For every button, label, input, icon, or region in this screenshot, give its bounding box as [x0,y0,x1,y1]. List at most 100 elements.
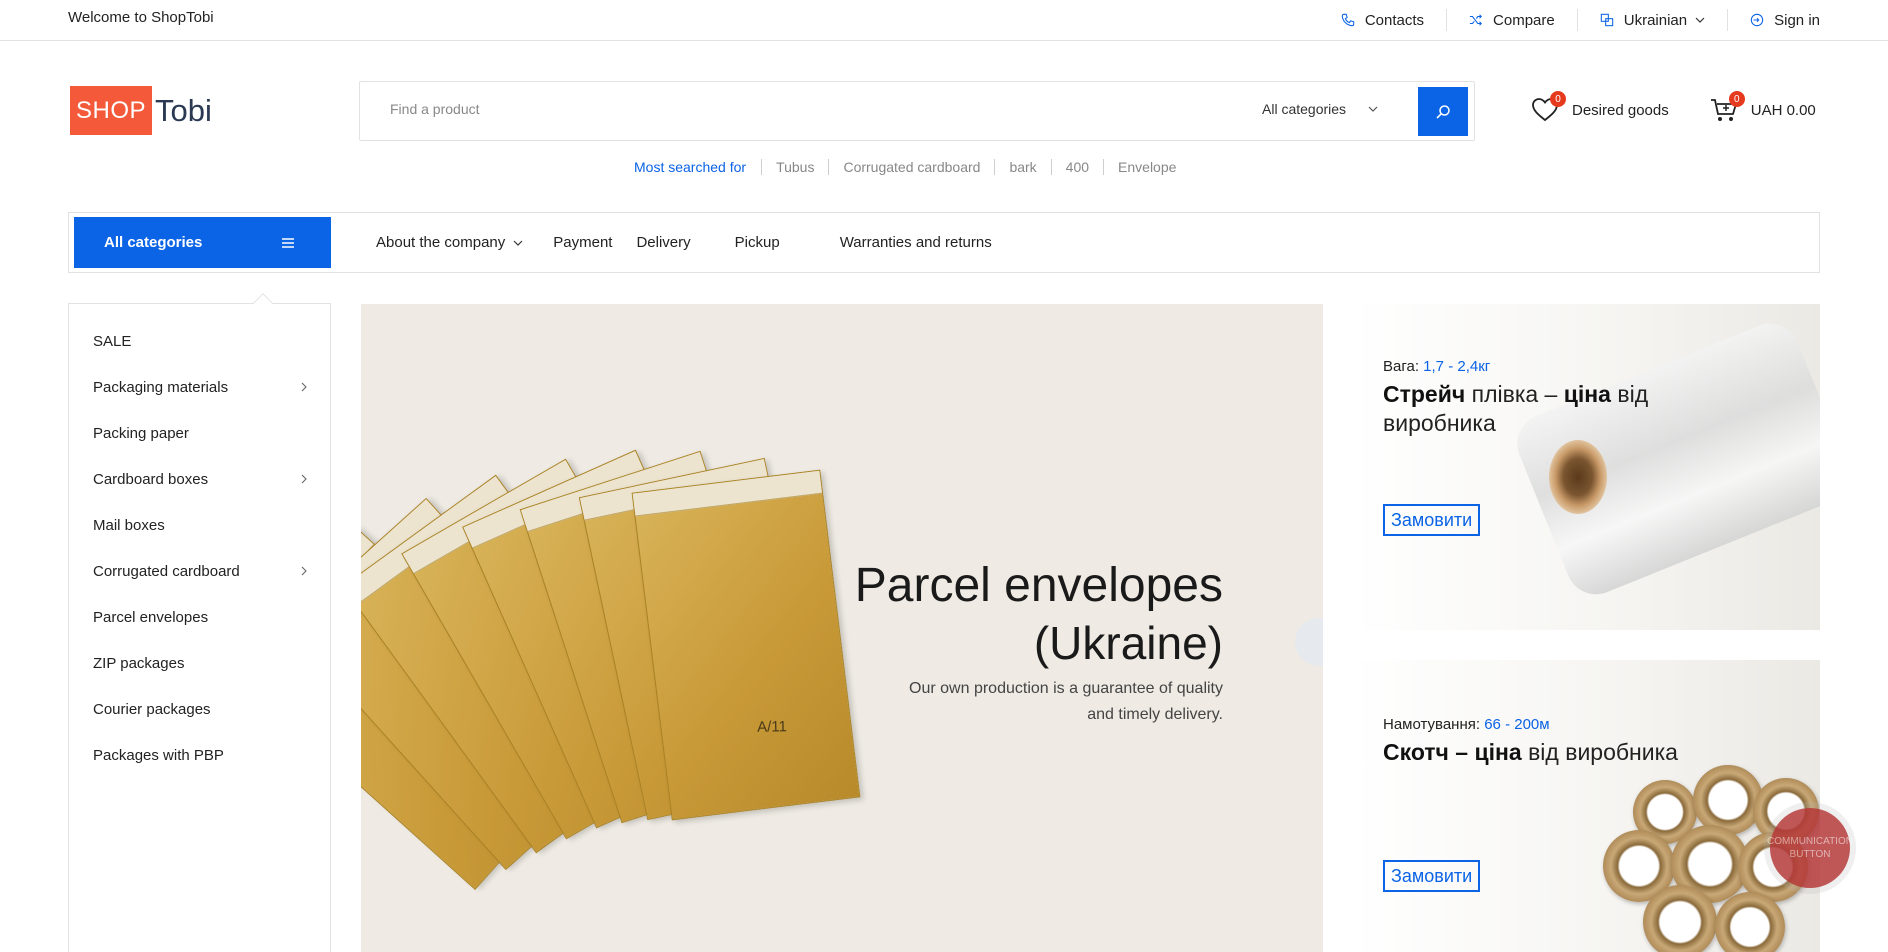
hero-slider[interactable]: A/11 Parcel envelopes (Ukraine) Our own … [361,304,1323,952]
sidebar-item-zip-packages[interactable]: ZIP packages [93,652,308,674]
sidebar-item-packages-with-pbp[interactable]: Packages with PBP [93,744,308,766]
nav-about-label: About the company [376,234,506,251]
sidebar-item-label: SALE [93,332,132,350]
promo-stretch-film[interactable]: Вага: 1,7 - 2,4кг Стрейч плівка – ціна в… [1353,304,1820,630]
logo-tobi: Tobi [155,92,212,128]
sidebar-item-packaging-materials[interactable]: Packaging materials [93,376,308,398]
wishlist-icon-wrap: 0 [1530,91,1566,125]
translate-icon [1600,13,1613,27]
cart-icon-wrap: 0 [1709,91,1745,125]
search-category-select[interactable]: All categories [1262,101,1378,117]
phone-icon [1341,13,1355,27]
search-input[interactable] [390,101,1170,117]
envelope-label: A/11 [757,718,788,736]
sign-in-link[interactable]: Sign in [1728,9,1820,31]
popular-search-item[interactable]: Tubus [761,159,828,175]
popular-label: Most searched for [634,159,747,175]
top-links: Contacts Compare Ukrainian Sign in [1319,0,1820,40]
popular-search-item[interactable]: Envelope [1103,159,1190,175]
search-category-label: All categories [1262,101,1347,117]
communication-button[interactable]: COMMUNICATION BUTTON [1767,808,1853,888]
chevron-down-icon [1368,106,1378,112]
language-selector[interactable]: Ukrainian [1578,9,1729,31]
promo-title: Стрейч плівка – ціна від виробника [1383,380,1683,438]
language-label: Ukrainian [1623,11,1688,29]
promo-title: Скотч – ціна від виробника [1383,738,1683,767]
chevron-right-icon [301,382,307,392]
nav-delivery[interactable]: Delivery [636,234,690,251]
popular-search-item[interactable]: 400 [1050,159,1103,175]
sidebar-item-label: Packaging materials [93,378,229,396]
order-button[interactable]: Замовити [1383,504,1481,536]
cart-badge: 0 [1728,91,1745,107]
promo-title-text: плівка – [1465,381,1564,407]
sidebar-item-label: Packing paper [93,424,189,442]
promo-tape[interactable]: Намотування: 66 - 200м Скотч – ціна від … [1353,660,1820,952]
chevron-down-icon [513,240,523,246]
sidebar-item-courier-packages[interactable]: Courier packages [93,698,308,720]
cart-total: UAH 0.00 [1750,101,1816,119]
sidebar-item-label: Cardboard boxes [93,470,209,488]
wishlist-label: Desired goods [1572,101,1669,119]
hero-title: Parcel envelopes [854,559,1223,612]
sidebar-item-label: Corrugated cardboard [93,562,240,580]
popular-searches: Most searched for Tubus Corrugated cardb… [634,159,1190,175]
compare-label: Compare [1493,11,1555,29]
sidebar-item-label: ZIP packages [93,654,185,672]
popular-search-item[interactable]: bark [994,159,1050,175]
sidebar-item-label: Mail boxes [93,516,165,534]
top-bar: Welcome to ShopTobi Contacts Compare Ukr… [0,0,1888,41]
promo-spec: Вага: 1,7 - 2,4кг [1383,358,1490,375]
welcome-text: Welcome to ShopTobi [68,9,214,26]
nav-links: About the company Payment Delivery Picku… [376,213,992,272]
sidebar-item-parcel-envelopes[interactable]: Parcel envelopes [93,606,308,628]
hero-description: Our own production is a guarantee of qua… [909,680,1223,723]
cart-button[interactable]: 0 UAH 0.00 [1709,91,1816,125]
promo-spec-label: Намотування: [1383,716,1481,733]
promo-title-text: від виробника [1521,739,1678,765]
roll-core-image [1549,440,1607,514]
search-icon [1436,104,1450,119]
sidebar-item-mail-boxes[interactable]: Mail boxes [93,514,308,536]
order-button[interactable]: Замовити [1383,860,1481,892]
promo-spec: Намотування: 66 - 200м [1383,716,1550,733]
all-categories-button[interactable]: All categories [74,217,331,268]
chevron-down-icon [1695,17,1705,23]
chevron-right-icon [301,474,307,484]
nav-about-company[interactable]: About the company [376,234,523,251]
sidebar-caret [253,293,273,313]
wishlist-badge: 0 [1550,91,1566,107]
hero-subtitle: (Ukraine) [1033,617,1223,669]
header-actions: 0 Desired goods 0 UAH 0.00 [1530,91,1816,125]
sign-in-label: Sign in [1774,11,1820,29]
sidebar-item-sale[interactable]: SALE [93,330,308,352]
popular-search-item[interactable]: Corrugated cardboard [828,159,994,175]
sidebar-item-cardboard-boxes[interactable]: Cardboard boxes [93,468,308,490]
nav-warranties[interactable]: Warranties and returns [840,234,992,251]
search-button[interactable] [1418,87,1468,136]
shoptobi-logo[interactable]: SHOP Tobi [70,86,212,135]
wishlist-button[interactable]: 0 Desired goods [1530,91,1669,125]
search-bar: All categories [359,81,1475,141]
contacts-link[interactable]: Contacts [1319,9,1448,31]
promo-title-bold: Скотч – ціна [1383,739,1522,765]
sidebar-item-packing-paper[interactable]: Packing paper [93,422,308,444]
all-categories-label: All categories [104,234,203,251]
sidebar-item-corrugated-cardboard[interactable]: Corrugated cardboard [93,560,308,582]
contacts-label: Contacts [1364,11,1425,29]
sidebar-item-label: Courier packages [93,700,211,718]
promo-spec-label: Вага: [1383,358,1419,375]
logo-shop: SHOP [70,86,152,135]
nav-pickup[interactable]: Pickup [735,234,780,251]
sidebar-item-label: Parcel envelopes [93,608,209,626]
envelope-image: A/11 [631,469,861,821]
shuffle-icon [1469,14,1483,26]
hero-next-arrow[interactable] [1295,618,1323,666]
menu-icon [282,237,294,248]
sign-in-icon [1750,13,1764,27]
compare-link[interactable]: Compare [1447,9,1578,31]
tape-roll-image [1643,885,1717,952]
category-sidebar: SALE Packaging materials Packing paper C… [68,293,331,952]
promo-title-bold: Стрейч [1383,381,1466,407]
nav-payment[interactable]: Payment [553,234,612,251]
